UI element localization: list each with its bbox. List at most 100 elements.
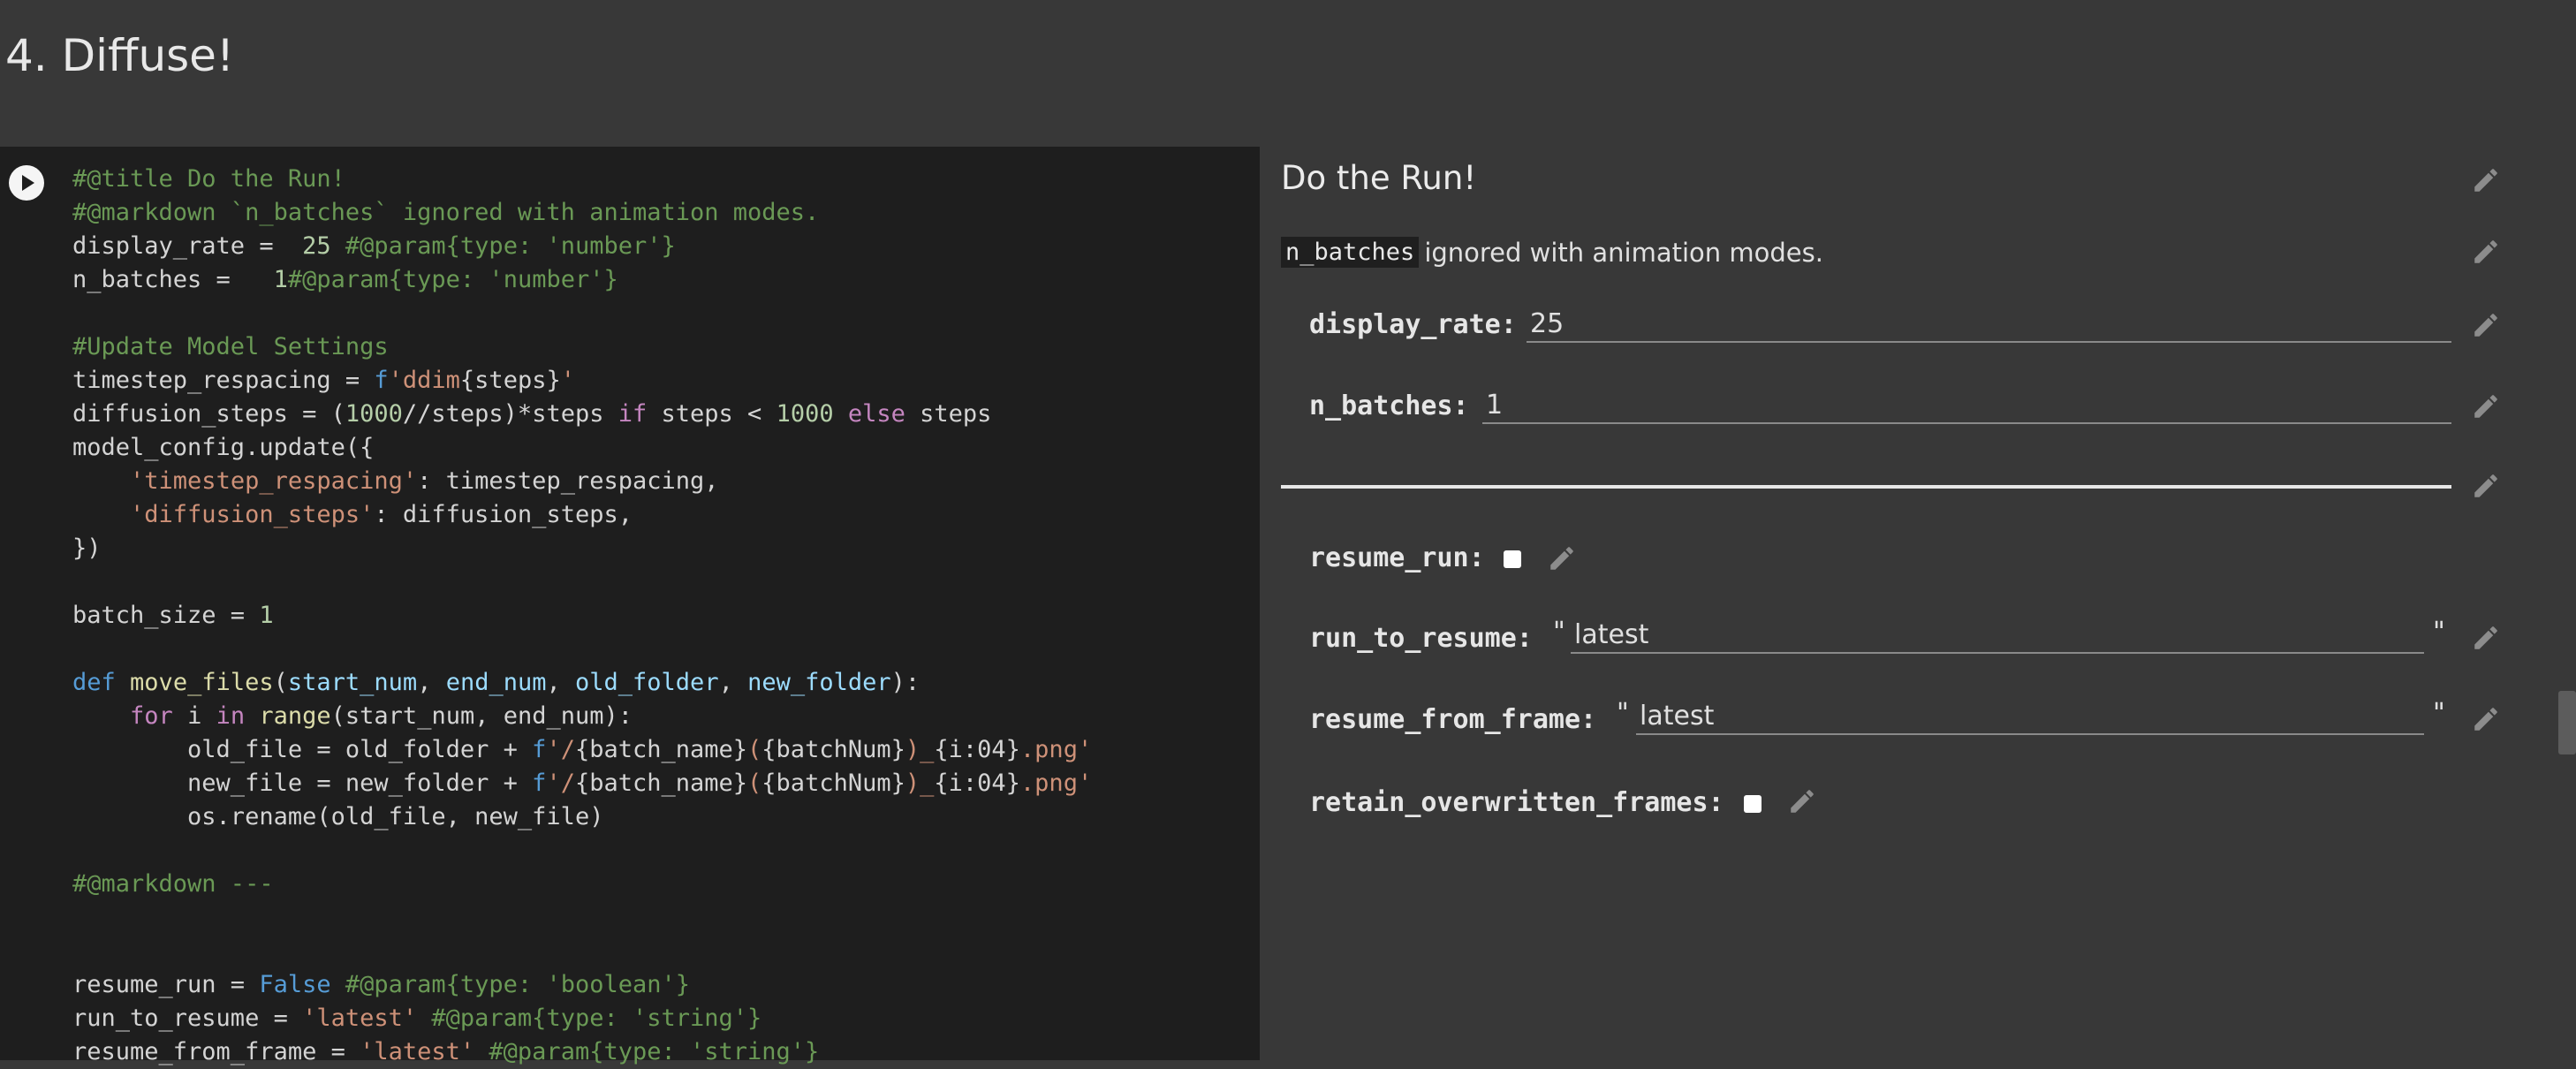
pencil-icon[interactable] bbox=[1784, 784, 1820, 819]
pencil-icon[interactable] bbox=[2468, 307, 2504, 343]
code-token: 1000 bbox=[776, 400, 834, 428]
code-token: diffusion_steps = ( bbox=[72, 400, 345, 428]
code-token: ): bbox=[890, 669, 921, 696]
code-token: #Update Model Settings bbox=[72, 333, 389, 360]
code-token: .png' bbox=[1019, 770, 1093, 797]
code-token: steps < bbox=[647, 400, 777, 428]
form-title: Do the Run! bbox=[1281, 159, 1477, 197]
form-markdown: n_batches ignored with animation modes. bbox=[1281, 237, 1823, 268]
code-token: )_ bbox=[905, 770, 935, 797]
pencil-icon[interactable] bbox=[2468, 468, 2504, 504]
display-rate-label: display_rate: bbox=[1309, 309, 1517, 340]
code-line: new_file = new_folder + f'/{batch_name}(… bbox=[72, 767, 1092, 800]
code-token: #@markdown --- bbox=[72, 870, 274, 898]
code-line: diffusion_steps = (1000//steps)*steps if… bbox=[72, 398, 1092, 431]
code-token: ( bbox=[747, 736, 762, 763]
code-line: display_rate = 25 #@param{type: 'number'… bbox=[72, 230, 1092, 263]
resume-from-frame-input[interactable]: latest bbox=[1636, 700, 2424, 735]
code-line: n_batches = 1#@param{type: 'number'} bbox=[72, 263, 1092, 297]
code-token: #@param{type: 'string'} bbox=[474, 1038, 820, 1065]
code-token: (start_num, end_num): bbox=[330, 702, 633, 730]
code-token: ( bbox=[747, 770, 762, 797]
code-token: {steps} bbox=[459, 367, 561, 394]
code-line: model_config.update({ bbox=[72, 431, 1092, 465]
code-token: , bbox=[417, 669, 446, 696]
code-token: 1 bbox=[259, 602, 274, 629]
inline-code: n_batches bbox=[1281, 237, 1420, 268]
vertical-scrollbar-thumb[interactable] bbox=[2558, 691, 2576, 754]
pencil-icon[interactable] bbox=[2468, 701, 2504, 737]
section-header: 4. Diffuse! bbox=[0, 0, 2576, 146]
n-batches-input[interactable]: 1 bbox=[1482, 389, 2451, 424]
code-token: in bbox=[216, 702, 246, 730]
code-token: f bbox=[532, 736, 547, 763]
code-token: batch_size = bbox=[72, 602, 260, 629]
code-line: #@markdown `n_batches` ignored with anim… bbox=[72, 196, 1092, 230]
code-token: ' bbox=[560, 367, 575, 394]
code-token: , bbox=[546, 669, 576, 696]
code-line: #Update Model Settings bbox=[72, 330, 1092, 364]
code-token: 1 bbox=[245, 266, 288, 293]
code-token: i bbox=[172, 702, 216, 730]
resume-from-frame-label: resume_from_frame: bbox=[1309, 704, 1597, 735]
resume-run-label: resume_run: bbox=[1309, 542, 1485, 573]
code-line: run_to_resume = 'latest' #@param{type: '… bbox=[72, 1002, 1092, 1035]
run-to-resume-input[interactable]: latest bbox=[1571, 618, 2424, 654]
code-token: , bbox=[718, 669, 748, 696]
code-token: 'ddim bbox=[388, 367, 460, 394]
code-token: old_folder bbox=[575, 669, 719, 696]
code-token: n_batches = bbox=[72, 266, 246, 293]
pencil-icon[interactable] bbox=[2468, 620, 2504, 656]
code-token: : timestep_respacing, bbox=[417, 467, 719, 495]
open-quote: " bbox=[1617, 698, 1629, 729]
code-line: batch_size = 1 bbox=[72, 599, 1092, 633]
code-token: f bbox=[374, 367, 389, 394]
code-token: : diffusion_steps, bbox=[374, 501, 633, 528]
pencil-icon[interactable] bbox=[2468, 389, 2504, 424]
play-circle-icon bbox=[10, 166, 43, 200]
resume-run-checkbox[interactable] bbox=[1504, 550, 1521, 568]
pencil-icon[interactable] bbox=[1544, 541, 1580, 576]
section-title: 4. Diffuse! bbox=[5, 30, 234, 81]
display-rate-input[interactable]: 25 bbox=[1527, 307, 2451, 343]
code-token: model_config.update({ bbox=[72, 434, 375, 461]
n-batches-label: n_batches: bbox=[1309, 390, 1469, 421]
run-cell-button[interactable] bbox=[9, 165, 44, 201]
pencil-icon[interactable] bbox=[2468, 234, 2504, 269]
code-token: #@param{type: 'boolean'} bbox=[330, 971, 690, 998]
code-line: timestep_respacing = f'ddim{steps}' bbox=[72, 364, 1092, 398]
code-token: new_file = new_folder + bbox=[72, 770, 533, 797]
code-token: if bbox=[617, 400, 648, 428]
code-token: }) bbox=[72, 534, 102, 562]
code-token: resume_run = bbox=[72, 971, 260, 998]
code-token: 1000 bbox=[345, 400, 403, 428]
code-line: 'diffusion_steps': diffusion_steps, bbox=[72, 498, 1092, 532]
code-line: resume_run = False #@param{type: 'boolea… bbox=[72, 968, 1092, 1002]
code-line: #@title Do the Run! bbox=[72, 163, 1092, 196]
close-quote: " bbox=[2433, 617, 2445, 648]
run-to-resume-label: run_to_resume: bbox=[1309, 623, 1533, 654]
code-token: #@param{type: 'number'} bbox=[287, 266, 618, 293]
code-token: '/ bbox=[546, 770, 575, 797]
code-line: 'timestep_respacing': timestep_respacing… bbox=[72, 465, 1092, 498]
close-quote: " bbox=[2433, 698, 2445, 729]
code-token: 25 bbox=[287, 232, 331, 260]
code-line: resume_from_frame = 'latest' #@param{typ… bbox=[72, 1035, 1092, 1069]
code-token: #@markdown `n_batches` ignored with anim… bbox=[72, 199, 820, 226]
code-line: #@markdown --- bbox=[72, 868, 1092, 901]
code-token: new_folder bbox=[747, 669, 891, 696]
retain-overwritten-frames-checkbox[interactable] bbox=[1744, 795, 1762, 813]
code-token: {i:04} bbox=[934, 770, 1020, 797]
pencil-icon[interactable] bbox=[2468, 163, 2504, 198]
code-token: '/ bbox=[546, 736, 575, 763]
open-quote: " bbox=[1553, 617, 1565, 648]
code-token: end_num bbox=[445, 669, 547, 696]
code-token: def bbox=[72, 669, 116, 696]
form-panel bbox=[1260, 147, 2576, 1060]
code-token: {batch_name} bbox=[574, 736, 748, 763]
